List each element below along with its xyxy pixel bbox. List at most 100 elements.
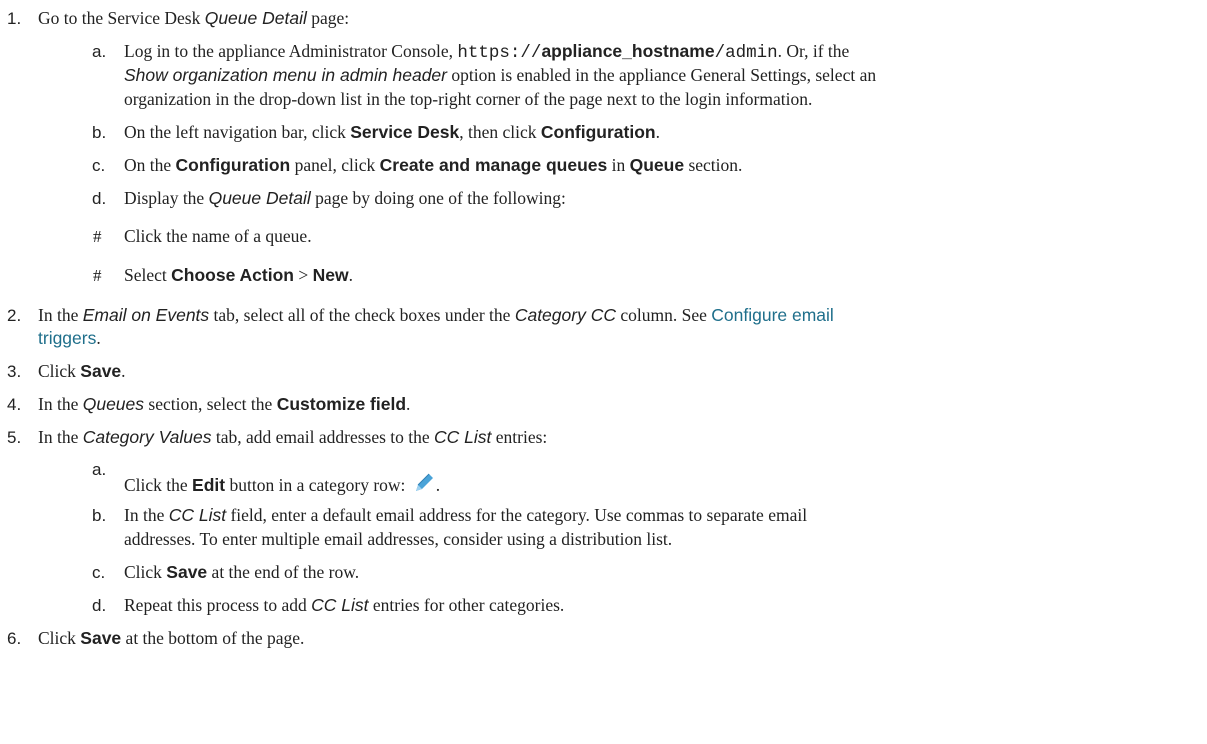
step-1-pre: Go to the Service Desk xyxy=(38,8,205,28)
configuration-panel-label: Configuration xyxy=(175,155,291,175)
step-2-number: 2. xyxy=(7,306,22,325)
step-2-line-1: In the Email on Events tab, select all o… xyxy=(38,304,834,327)
step-1a-text-1: Log in to the appliance Administrator Co… xyxy=(124,41,458,61)
org-menu-option-name: Show organization menu in admin header xyxy=(124,65,447,85)
configure-email-triggers-link[interactable]: Configure email xyxy=(711,305,834,325)
step-1d-text-2: page by doing one of the following: xyxy=(310,188,566,208)
step-1d-text-1: Display the xyxy=(124,188,209,208)
step-4-text: In the Queues section, select the Custom… xyxy=(38,393,410,416)
hash-bullet-1: # xyxy=(93,227,102,246)
step-1c-text: On the Configuration panel, click Create… xyxy=(124,154,742,177)
step-5d-letter: d. xyxy=(92,596,107,615)
step-5d-text: Repeat this process to add CC List entri… xyxy=(124,594,564,617)
step-5c-text: Click Save at the end of the row. xyxy=(124,561,359,584)
create-manage-queues-label: Create and manage queues xyxy=(379,155,608,175)
category-values-tab-name: Category Values xyxy=(82,427,212,447)
step-1c-letter: c. xyxy=(92,156,106,175)
step-5b-line-1: In the CC List field, enter a default em… xyxy=(124,504,807,527)
step-5c-text-1: Click xyxy=(124,562,167,582)
step-5c-text-2: at the end of the row. xyxy=(207,562,360,582)
step-5b-text-2: field, enter a default email address for… xyxy=(226,505,808,525)
save-page-label: Save xyxy=(80,628,122,648)
configure-email-triggers-link-cont[interactable]: triggers xyxy=(38,328,96,348)
step-1-text: Go to the Service Desk Queue Detail page… xyxy=(38,7,349,30)
queue-section-label: Queue xyxy=(629,155,685,175)
step-1c-text-1: On the xyxy=(124,155,176,175)
cc-list-field-name-3: CC List xyxy=(311,595,369,615)
pencil-icon xyxy=(415,473,433,491)
step-1a-text-3: option is enabled in the appliance Gener… xyxy=(446,65,877,85)
step-3-text-2: . xyxy=(121,361,126,381)
step-1c-text-4: section. xyxy=(684,155,743,175)
cc-list-field-name: CC List xyxy=(434,427,492,447)
step-2-line-2: triggers. xyxy=(38,327,101,350)
step-2-text-3: column. See xyxy=(615,305,712,325)
step-3-text: Click Save. xyxy=(38,360,126,383)
step-1-number: 1. xyxy=(7,9,22,28)
step-1c-text-2: panel, click xyxy=(290,155,380,175)
step-4-text-1: In the xyxy=(38,394,83,414)
step-1-page-name: Queue Detail xyxy=(204,8,307,28)
step-5b-letter: b. xyxy=(92,506,107,525)
step-1b-text-3: . xyxy=(655,122,660,142)
step-5c-letter: c. xyxy=(92,563,106,582)
queue-detail-page-name: Queue Detail xyxy=(208,188,311,208)
customize-field-label: Customize field xyxy=(276,394,407,414)
step-1a-line-2: Show organization menu in admin header o… xyxy=(124,64,876,87)
step-1a-line-3: organization in the drop-down list in th… xyxy=(124,89,813,109)
step-1b-text-1: On the left navigation bar, click xyxy=(124,122,351,142)
step-1a-line-1: Log in to the appliance Administrator Co… xyxy=(124,40,849,65)
step-2-text-2: tab, select all of the check boxes under… xyxy=(209,305,515,325)
step-1c-text-3: in xyxy=(607,155,630,175)
email-on-events-tab-name: Email on Events xyxy=(82,305,210,325)
service-desk-label: Service Desk xyxy=(350,122,460,142)
hash-item-1-text: Click the name of a queue. xyxy=(124,226,312,246)
step-5b-line-2: addresses. To enter multiple email addre… xyxy=(124,529,673,549)
step-4-number: 4. xyxy=(7,395,22,414)
step-1d-letter: d. xyxy=(92,189,107,208)
instructions-document: 1. Go to the Service Desk Queue Detail p… xyxy=(0,0,1207,744)
step-5-text-2: tab, add email addresses to the xyxy=(211,427,435,447)
choose-action-label: Choose Action xyxy=(171,265,294,285)
step-5a-text: Click the Edit button in a category row:… xyxy=(124,471,440,497)
save-row-label: Save xyxy=(166,562,208,582)
configuration-label: Configuration xyxy=(540,122,656,142)
queues-section-name: Queues xyxy=(82,394,145,414)
step-6-text-1: Click xyxy=(38,628,81,648)
step-6-text: Click Save at the bottom of the page. xyxy=(38,627,304,650)
step-1a-letter: a. xyxy=(92,42,107,61)
admin-url-path: /admin xyxy=(714,43,778,63)
step-6-text-2: at the bottom of the page. xyxy=(121,628,305,648)
step-5b-text-1: In the xyxy=(124,505,169,525)
step-2-text-1: In the xyxy=(38,305,83,325)
step-4-text-2: section, select the xyxy=(144,394,277,414)
edit-label: Edit xyxy=(192,475,226,495)
step-2-text-4: . xyxy=(96,328,101,348)
step-1b-letter: b. xyxy=(92,123,107,142)
hash-item-2-sep: > xyxy=(293,265,313,285)
step-1-post: page: xyxy=(306,8,350,28)
admin-url-prefix: https:// xyxy=(457,43,542,63)
step-5-text-3: entries: xyxy=(491,427,548,447)
step-3-number: 3. xyxy=(7,362,22,381)
hash-item-2-text-1: Select xyxy=(124,265,172,285)
admin-url-hostname: appliance_hostname xyxy=(541,41,715,61)
cc-list-field-name-2: CC List xyxy=(168,505,227,525)
step-1b-text: On the left navigation bar, click Servic… xyxy=(124,121,660,144)
new-label: New xyxy=(312,265,349,285)
hash-bullet-2: # xyxy=(93,266,102,285)
step-5-text-1: In the xyxy=(38,427,83,447)
step-6-number: 6. xyxy=(7,629,22,648)
step-1b-text-2: , then click xyxy=(459,122,541,142)
step-3-text-1: Click xyxy=(38,361,81,381)
step-5a-text-2: button in a category row: xyxy=(225,475,410,495)
step-4-text-3: . xyxy=(406,394,411,414)
step-1a-text-2: . Or, if the xyxy=(777,41,850,61)
step-5a-text-3: . xyxy=(435,475,441,495)
step-1d-text: Display the Queue Detail page by doing o… xyxy=(124,187,566,210)
step-5-text: In the Category Values tab, add email ad… xyxy=(38,426,547,449)
step-5-number: 5. xyxy=(7,428,22,447)
save-label: Save xyxy=(80,361,122,381)
step-5d-text-1: Repeat this process to add xyxy=(124,595,312,615)
hash-item-2-text-3: . xyxy=(348,265,353,285)
